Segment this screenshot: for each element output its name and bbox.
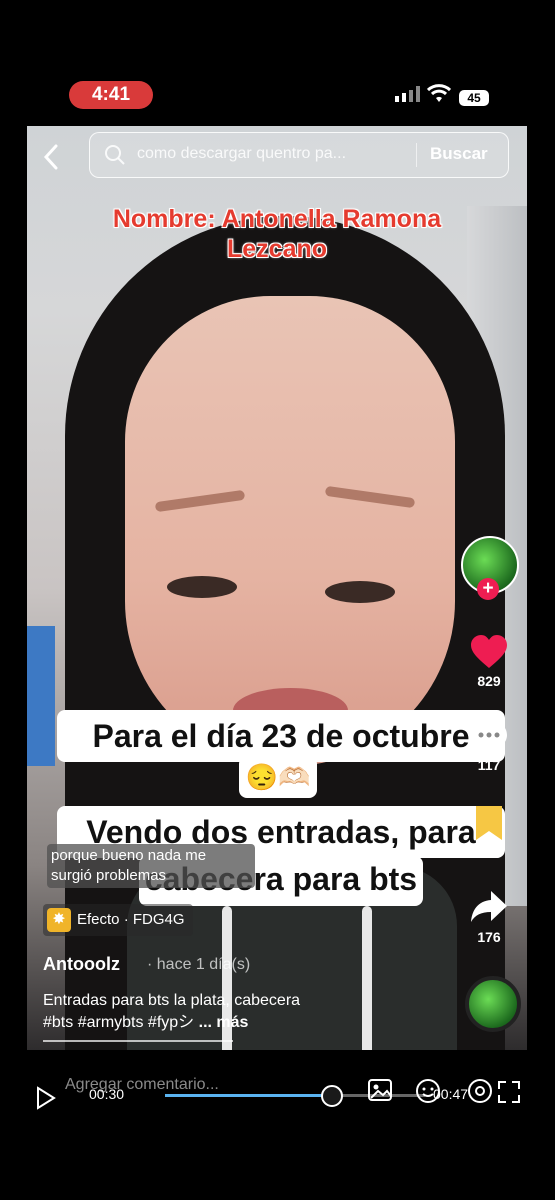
like-count: 829	[477, 673, 501, 689]
search-bar[interactable]: como descargar quentro pa... Buscar	[89, 132, 509, 178]
person-face	[125, 296, 455, 766]
video-description: Entradas para bts la plata, cabecera #bt…	[43, 990, 383, 1034]
video-title-overlay: Nombre: Antonella Ramona Lezcano	[57, 204, 497, 264]
post-time: · hace 1 día(s)	[147, 956, 251, 973]
search-query[interactable]: como descargar quentro pa...	[137, 145, 346, 163]
play-icon[interactable]	[35, 1086, 57, 1110]
share-count: 176	[477, 929, 501, 945]
left-eye	[167, 576, 237, 598]
caption-line-1: Para el día 23 de octubre	[57, 710, 505, 762]
overlay-name-line1: Nombre: Antonella Ramona	[112, 205, 442, 233]
fullscreen-icon[interactable]	[497, 1080, 521, 1104]
description-tags-row: #bts #armybts #fypシ ... más	[43, 1012, 383, 1034]
comment-count: 117	[477, 757, 501, 773]
description-text: Entradas para bts la plata, cabecera	[43, 992, 301, 1009]
seek-bar-fill	[165, 1094, 332, 1097]
app-frame: 4:41 45 como descargar quentro pa... Bus…	[27, 66, 527, 1150]
overlay-name-line2: Lezcano	[226, 235, 328, 263]
like-button[interactable]: 829	[461, 634, 517, 689]
chevron-left-icon	[43, 144, 58, 170]
status-time: 4:41	[69, 81, 153, 109]
effect-tag[interactable]: ✸ Efecto · FDG4G	[43, 904, 193, 936]
save-count: 128	[477, 845, 501, 861]
share-button[interactable]: 176	[461, 888, 517, 945]
search-divider	[416, 143, 417, 167]
image-icon[interactable]	[367, 1078, 393, 1102]
battery-indicator: 45	[459, 90, 489, 106]
background-object	[27, 626, 55, 766]
right-eye	[325, 581, 395, 603]
comment-icon	[471, 720, 507, 753]
description-tags[interactable]: #bts #armybts #fypシ	[43, 1014, 194, 1031]
follow-button[interactable]: +	[477, 578, 499, 600]
save-button[interactable]: 128	[461, 804, 517, 861]
comment-button[interactable]: 117	[461, 718, 517, 773]
signal-icon	[395, 86, 420, 102]
heart-icon	[471, 635, 507, 668]
search-button[interactable]: Buscar	[430, 144, 488, 164]
effect-icon: ✸	[47, 908, 71, 933]
seek-knob[interactable]	[321, 1085, 344, 1107]
left-eyebrow	[154, 489, 246, 513]
player-bar: Agregar comentario... 00:30 00:47	[27, 1050, 527, 1150]
effect-label: Efecto · FDG4G	[77, 911, 185, 928]
author-username[interactable]: Antooolz	[43, 954, 120, 975]
emoji-icon[interactable]	[415, 1078, 441, 1104]
comment-preview: porque bueno nada me surgió problemas	[47, 844, 255, 888]
caption-emoji: 😔🫶🏻	[239, 756, 317, 798]
music-disc[interactable]	[465, 976, 521, 1032]
search-icon	[105, 145, 125, 165]
back-button[interactable]	[43, 144, 59, 178]
mention-icon[interactable]	[467, 1078, 493, 1104]
right-eyebrow	[324, 485, 416, 509]
bookmark-icon	[476, 806, 502, 840]
status-bar: 4:41 45	[27, 66, 527, 126]
wifi-icon	[427, 84, 451, 102]
video-progress-line	[43, 1040, 233, 1042]
more-link[interactable]: ... más	[199, 1014, 249, 1031]
current-time: 00:30	[89, 1086, 125, 1102]
share-icon	[471, 891, 507, 922]
